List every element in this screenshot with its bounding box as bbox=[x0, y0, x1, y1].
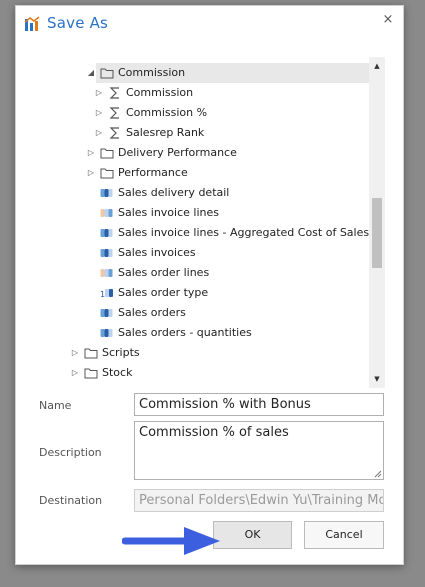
tree-item-sales-orders[interactable]: Sales orders bbox=[64, 303, 369, 323]
save-as-dialog: Save As × ◢ Commission ▷ Commission ▷ Commiss… bbox=[15, 5, 404, 565]
dataset-icon bbox=[100, 326, 114, 340]
collapsed-arrow-icon[interactable]: ▷ bbox=[94, 123, 104, 143]
tree-item-label: Sales orders bbox=[118, 306, 186, 319]
dataset-icon bbox=[100, 186, 114, 200]
tree-item-label: Sales delivery detail bbox=[118, 186, 230, 199]
tree-item-label: System bbox=[102, 383, 143, 388]
name-label: Name bbox=[39, 399, 72, 412]
folder-tree[interactable]: ◢ Commission ▷ Commission ▷ Commission % ▷ Sale… bbox=[64, 57, 385, 388]
tree-item-sales-orders-quantities[interactable]: Sales orders - quantities bbox=[64, 323, 369, 343]
tree-scrollbar[interactable]: ▲ ▼ bbox=[369, 57, 385, 388]
tree-item-sales-order-type[interactable]: 1 Sales order type bbox=[64, 283, 369, 303]
tree-item-scripts[interactable]: ▷ Scripts bbox=[64, 343, 369, 363]
tree-item-label: Sales invoices bbox=[118, 246, 196, 259]
destination-field: Personal Folders\Edwin Yu\Training Mo bbox=[134, 489, 384, 512]
tree-item-performance[interactable]: ▷ Performance bbox=[64, 163, 369, 183]
collapsed-arrow-icon[interactable]: ▷ bbox=[70, 343, 80, 363]
dataset-icon bbox=[100, 246, 114, 260]
tree-item-label: Sales invoice lines bbox=[118, 206, 219, 219]
title-bar: Save As × bbox=[16, 6, 403, 44]
cancel-button[interactable]: Cancel bbox=[304, 521, 384, 549]
tree-item-stock[interactable]: ▷ Stock bbox=[64, 363, 369, 383]
sigma-icon bbox=[108, 86, 122, 100]
destination-label: Destination bbox=[39, 494, 103, 507]
collapsed-arrow-icon[interactable]: ▷ bbox=[70, 363, 80, 383]
name-input[interactable]: Commission % with Bonus bbox=[134, 393, 384, 416]
collapsed-arrow-icon[interactable]: ▷ bbox=[86, 163, 96, 183]
collapsed-arrow-icon[interactable]: ▷ bbox=[70, 383, 80, 388]
dataset-lite-icon bbox=[100, 206, 114, 220]
tree-item-commission[interactable]: ◢ Commission bbox=[88, 63, 369, 83]
sigma-icon bbox=[108, 126, 122, 140]
dataset-lite-icon bbox=[100, 266, 114, 280]
folder-icon bbox=[84, 366, 98, 380]
tree-item-label: Sales order lines bbox=[118, 266, 210, 279]
tree-item-label: Sales invoice lines - Aggregated Cost of… bbox=[118, 226, 370, 239]
folder-icon bbox=[100, 166, 114, 180]
scroll-thumb[interactable] bbox=[372, 198, 382, 268]
folder-icon bbox=[100, 66, 114, 80]
tree-item-system[interactable]: ▷ System bbox=[64, 383, 369, 388]
scroll-down-arrow-icon[interactable]: ▼ bbox=[369, 372, 385, 386]
ok-button[interactable]: OK bbox=[213, 521, 292, 549]
tree-item-label: Commission % bbox=[126, 106, 208, 119]
folder-icon bbox=[100, 146, 114, 160]
folder-icon bbox=[84, 346, 98, 360]
collapsed-arrow-icon[interactable]: ▷ bbox=[94, 83, 104, 103]
app-logo-icon bbox=[24, 16, 40, 31]
dialog-title: Save As bbox=[47, 14, 109, 32]
tree-item-commission[interactable]: ▷ Commission bbox=[64, 83, 369, 103]
close-button[interactable]: × bbox=[381, 12, 395, 28]
resize-grip-icon[interactable] bbox=[374, 470, 382, 478]
dataset-icon bbox=[100, 306, 114, 320]
tree-item-salesrep-rank[interactable]: ▷ Salesrep Rank bbox=[64, 123, 369, 143]
description-label: Description bbox=[39, 446, 102, 459]
tree-item-label: Commission bbox=[118, 66, 186, 79]
tree-item-delivery-performance[interactable]: ▷ Delivery Performance bbox=[64, 143, 369, 163]
tree-item-label: Scripts bbox=[102, 346, 140, 359]
description-textarea[interactable]: Commission % of sales bbox=[134, 421, 384, 480]
dataset-icon bbox=[100, 226, 114, 240]
tree-item-label: Sales orders - quantities bbox=[118, 326, 252, 339]
tree-item-sales-delivery-detail[interactable]: Sales delivery detail bbox=[64, 183, 369, 203]
tree-item-label: Stock bbox=[102, 366, 133, 379]
scroll-up-arrow-icon[interactable]: ▲ bbox=[369, 59, 385, 73]
tree-item-sales-invoices[interactable]: Sales invoices bbox=[64, 243, 369, 263]
tree-item-label: Delivery Performance bbox=[118, 146, 237, 159]
tree-item-sales-invoice-lines[interactable]: Sales invoice lines bbox=[64, 203, 369, 223]
collapsed-arrow-icon[interactable]: ▷ bbox=[86, 143, 96, 163]
expanded-arrow-icon[interactable]: ◢ bbox=[86, 63, 96, 83]
tree-item-commission[interactable]: ▷ Commission % bbox=[64, 103, 369, 123]
tree-item-label: Salesrep Rank bbox=[126, 126, 205, 139]
collapsed-arrow-icon[interactable]: ▷ bbox=[94, 103, 104, 123]
annotation-arrow-icon bbox=[122, 527, 220, 555]
folder-icon bbox=[84, 386, 98, 388]
description-text: Commission % of sales bbox=[139, 425, 289, 440]
tree-item-sales-invoice-lines-aggregated-cost-of-sales[interactable]: Sales invoice lines - Aggregated Cost of… bbox=[64, 223, 369, 243]
svg-text:1: 1 bbox=[100, 290, 105, 299]
sigma-icon bbox=[108, 106, 122, 120]
tree-item-label: Performance bbox=[118, 166, 188, 179]
dataset-number-icon: 1 bbox=[100, 286, 114, 300]
tree-item-label: Commission bbox=[126, 86, 194, 99]
tree-item-label: Sales order type bbox=[118, 286, 209, 299]
tree-item-sales-order-lines[interactable]: Sales order lines bbox=[64, 263, 369, 283]
